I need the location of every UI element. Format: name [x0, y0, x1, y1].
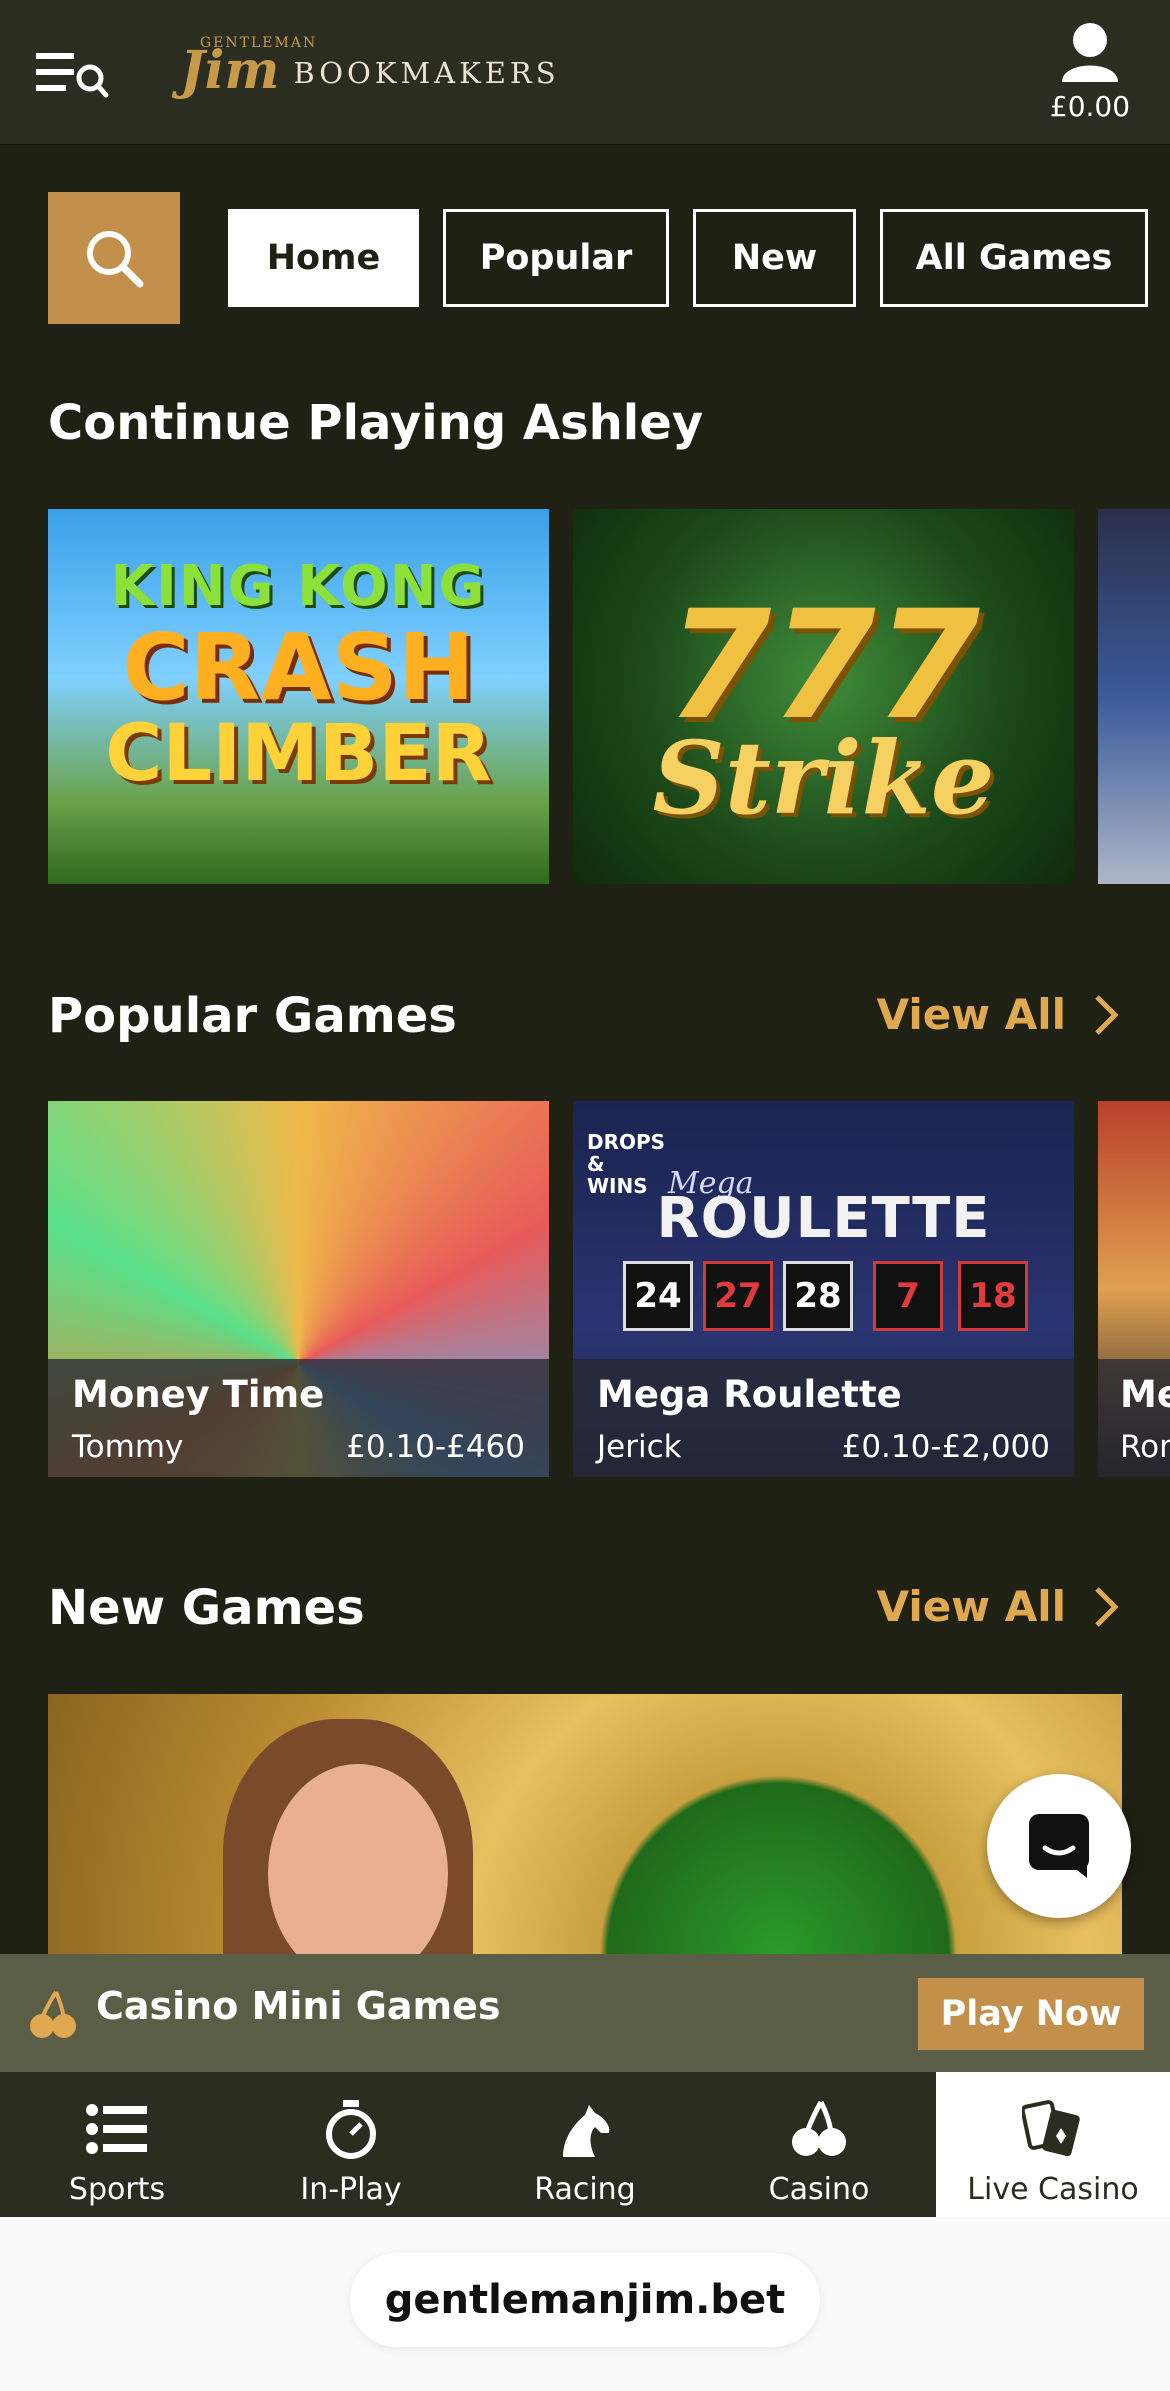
game-tile-money-time[interactable]: Money Time Tommy £0.10-£460 [48, 1101, 549, 1477]
game-art-text: KING KONG [110, 554, 487, 619]
roulette-number: 7 [873, 1261, 943, 1331]
game-dealer: Tommy [72, 1429, 184, 1465]
mini-games-label: Casino Mini Games [96, 1984, 501, 2028]
nav-casino[interactable]: Casino [702, 2072, 936, 2217]
tab-new[interactable]: New [693, 209, 856, 307]
browser-bar: gentlemanjim.bet [0, 2217, 1170, 2391]
horse-icon [563, 2105, 610, 2157]
game-name: Mega Roulette [597, 1373, 902, 1416]
top-header: GENTLEMAN Jim BOOKMAKERS £0.00 [0, 0, 1170, 145]
cherries-icon [30, 1990, 76, 2038]
game-tile-partial[interactable] [1098, 509, 1170, 884]
game-tile-mega-roulette[interactable]: DROPS & WINS Mega ROULETTE 24 27 28 7 18… [573, 1101, 1074, 1477]
game-limits: £0.10-£460 [346, 1429, 525, 1465]
game-info-bar: Me Ror [1098, 1359, 1170, 1477]
nav-label: Racing [534, 2172, 636, 2207]
list-icon [86, 2104, 147, 2154]
stopwatch-icon [326, 2100, 376, 2159]
search-icon [87, 231, 144, 288]
new-game-tile[interactable] [48, 1694, 1122, 1954]
game-info-bar: Money Time Tommy £0.10-£460 [48, 1359, 549, 1477]
account-button[interactable]: £0.00 [1040, 20, 1140, 130]
menu-search-icon[interactable] [30, 45, 110, 105]
game-tile-777-strike[interactable]: 777 Strike [573, 509, 1074, 884]
nav-label: In-Play [300, 2172, 402, 2207]
tab-popular[interactable]: Popular [443, 209, 669, 307]
chevron-right-icon [1095, 994, 1119, 1035]
game-dealer: Jerick [597, 1429, 682, 1465]
user-icon [1062, 23, 1118, 82]
game-info-bar: Mega Roulette Jerick £0.10-£2,000 [573, 1359, 1074, 1477]
tab-home[interactable]: Home [228, 209, 419, 307]
chat-icon [1029, 1814, 1089, 1878]
chat-button[interactable] [966, 1774, 1152, 1918]
new-games-title: New Games [48, 1580, 365, 1636]
game-dealer: Ror [1120, 1429, 1170, 1465]
view-all-label: View All [876, 1582, 1066, 1631]
nav-label: Casino [768, 2172, 870, 2207]
game-name: Me [1120, 1373, 1170, 1416]
game-art-text: CRASH [122, 614, 475, 721]
nav-racing[interactable]: Racing [468, 2072, 702, 2217]
game-art-text: Strike [652, 719, 995, 837]
continue-playing-title: Continue Playing Ashley [48, 395, 704, 451]
roulette-number: 24 [623, 1261, 693, 1331]
nav-live-casino[interactable]: Live Casino [936, 2072, 1170, 2217]
view-all-label: View All [876, 990, 1066, 1039]
nav-in-play[interactable]: In-Play [234, 2072, 468, 2217]
popular-view-all-link[interactable]: View All [877, 990, 1120, 1039]
tab-all-games[interactable]: All Games [880, 209, 1148, 307]
nav-label: Live Casino [967, 2172, 1139, 2207]
new-view-all-link[interactable]: View All [877, 1582, 1120, 1631]
roulette-number: 28 [783, 1261, 853, 1331]
game-art-text: CLIMBER [105, 709, 492, 799]
chat-circle [987, 1774, 1131, 1918]
cards-icon [1022, 2100, 1080, 2157]
cherries-icon [792, 2100, 846, 2156]
game-name: Money Time [72, 1373, 325, 1416]
casino-mini-games-banner: Casino Mini Games Play Now [0, 1954, 1170, 2072]
roulette-number: 18 [958, 1261, 1028, 1331]
browser-url[interactable]: gentlemanjim.bet [350, 2253, 820, 2347]
roulette-number: 27 [703, 1261, 773, 1331]
nav-sports[interactable]: Sports [0, 2072, 234, 2217]
game-tile-partial[interactable]: Me Ror [1098, 1101, 1170, 1477]
site-logo[interactable]: GENTLEMAN Jim BOOKMAKERS [180, 30, 560, 110]
chevron-right-icon [1095, 1586, 1119, 1627]
logo-word: BOOKMAKERS [293, 56, 560, 90]
search-button[interactable] [48, 192, 180, 324]
game-limits: £0.10-£2,000 [841, 1429, 1050, 1465]
logo-small-text: GENTLEMAN [200, 35, 318, 51]
bottom-navigation: Sports In-Play Racing Casino Live Casino [0, 2072, 1170, 2217]
popular-games-title: Popular Games [48, 988, 457, 1044]
nav-label: Sports [68, 2172, 166, 2207]
game-art-text: ROULETTE [656, 1186, 991, 1251]
account-balance: £0.00 [1049, 90, 1131, 123]
play-now-button[interactable]: Play Now [918, 1978, 1144, 2050]
game-tile-king-kong-crash-climber[interactable]: KING KONG CRASH CLIMBER [48, 509, 549, 884]
